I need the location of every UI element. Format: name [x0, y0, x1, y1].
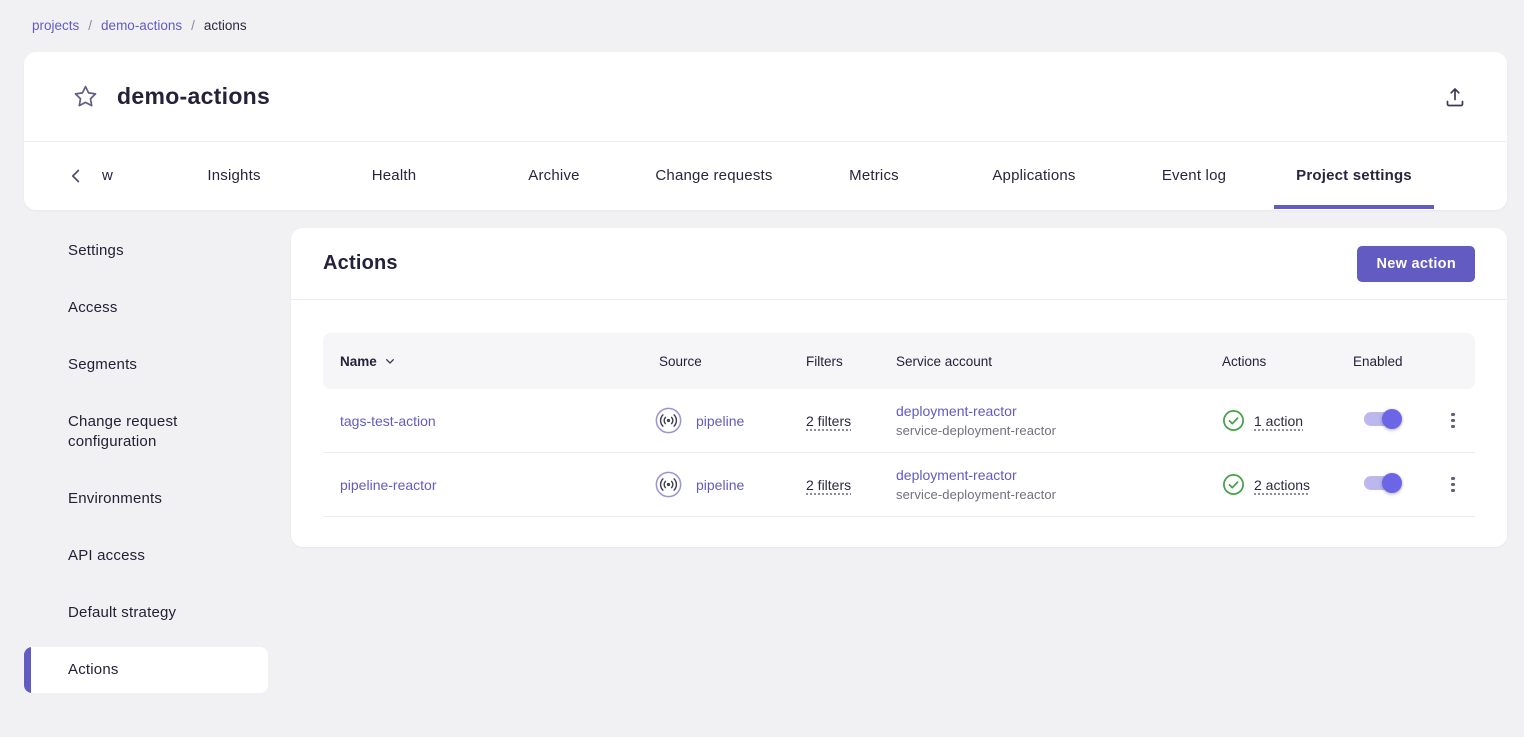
page-title: demo-actions	[117, 83, 270, 110]
sidebar-item-segments[interactable]: Segments	[24, 342, 268, 388]
breadcrumb: projects / demo-actions / actions	[32, 18, 247, 33]
column-header-actions: Actions	[1205, 354, 1336, 369]
sidebar-item-change-request-configuration[interactable]: Change request configuration	[24, 399, 268, 465]
enabled-toggle[interactable]	[1361, 473, 1401, 493]
service-account-link[interactable]: deployment-reactor	[896, 467, 1205, 483]
project-header: demo-actions	[24, 52, 1507, 142]
actions-panel: Actions New action Name Source Filters S…	[291, 228, 1507, 547]
check-circle-icon	[1222, 473, 1245, 496]
action-name-link[interactable]: tags-test-action	[340, 413, 436, 429]
enabled-toggle[interactable]	[1361, 409, 1401, 429]
upload-icon	[1443, 85, 1467, 109]
column-header-enabled: Enabled	[1336, 354, 1431, 369]
new-action-button[interactable]: New action	[1357, 246, 1475, 282]
source-link[interactable]: pipeline	[696, 413, 744, 429]
row-menu-button[interactable]	[1437, 469, 1469, 501]
table-header-row: Name Source Filters Service account Acti…	[323, 333, 1475, 389]
kebab-icon	[1451, 477, 1455, 493]
column-header-filters: Filters	[789, 354, 879, 369]
signal-source-icon	[655, 407, 682, 434]
tab-archive[interactable]: Archive	[474, 142, 634, 209]
service-account-token: service-deployment-reactor	[896, 487, 1205, 502]
signal-source-icon	[655, 471, 682, 498]
sort-chevron-down-icon	[382, 353, 398, 369]
tab-event-log[interactable]: Event log	[1114, 142, 1274, 209]
tab-change-requests[interactable]: Change requests	[634, 142, 794, 209]
breadcrumb-separator: /	[191, 18, 195, 33]
sidebar-item-access[interactable]: Access	[24, 285, 268, 331]
action-name-link[interactable]: pipeline-reactor	[340, 477, 437, 493]
actions-count[interactable]: 2 actions	[1254, 477, 1310, 493]
settings-sidebar: Settings Access Segments Change request …	[24, 228, 268, 704]
actions-table: Name Source Filters Service account Acti…	[291, 300, 1507, 517]
tabs-scroll-left-button[interactable]	[56, 142, 96, 209]
check-circle-icon	[1222, 409, 1245, 432]
sidebar-item-default-strategy[interactable]: Default strategy	[24, 590, 268, 636]
breadcrumb-project[interactable]: demo-actions	[101, 18, 182, 33]
sidebar-item-actions[interactable]: Actions	[24, 647, 268, 693]
column-header-source: Source	[642, 354, 789, 369]
favorite-star-button[interactable]	[68, 79, 103, 114]
table-row: pipeline-reactor pipeline 2 filters depl…	[323, 453, 1475, 517]
column-header-name[interactable]: Name	[323, 353, 642, 369]
service-account-link[interactable]: deployment-reactor	[896, 403, 1205, 419]
actions-panel-header: Actions New action	[291, 228, 1507, 300]
sidebar-item-environments[interactable]: Environments	[24, 476, 268, 522]
row-menu-button[interactable]	[1437, 405, 1469, 437]
filters-count[interactable]: 2 filters	[806, 477, 851, 493]
sidebar-item-settings[interactable]: Settings	[24, 228, 268, 274]
breadcrumb-separator: /	[88, 18, 92, 33]
tab-health[interactable]: Health	[314, 142, 474, 209]
project-tabbar: w Insights Health Archive Change request…	[24, 142, 1507, 209]
sidebar-item-api-access[interactable]: API access	[24, 533, 268, 579]
column-header-service-account: Service account	[879, 354, 1205, 369]
export-button[interactable]	[1439, 81, 1471, 113]
star-icon	[72, 83, 99, 110]
tab-applications[interactable]: Applications	[954, 142, 1114, 209]
kebab-icon	[1451, 413, 1455, 429]
tab-insights[interactable]: Insights	[154, 142, 314, 209]
breadcrumb-current: actions	[204, 18, 247, 33]
project-header-card: demo-actions w Insights Health Archive C…	[24, 52, 1507, 210]
panel-title: Actions	[323, 252, 398, 275]
breadcrumb-projects[interactable]: projects	[32, 18, 79, 33]
actions-count[interactable]: 1 action	[1254, 413, 1303, 429]
filters-count[interactable]: 2 filters	[806, 413, 851, 429]
tab-overview-clipped[interactable]: w	[96, 142, 154, 209]
column-header-name-label: Name	[340, 354, 377, 369]
tab-project-settings[interactable]: Project settings	[1274, 142, 1434, 209]
tab-metrics[interactable]: Metrics	[794, 142, 954, 209]
source-link[interactable]: pipeline	[696, 477, 744, 493]
chevron-left-icon	[65, 165, 87, 187]
service-account-token: service-deployment-reactor	[896, 423, 1205, 438]
table-row: tags-test-action pipeline 2 filters depl…	[323, 389, 1475, 453]
